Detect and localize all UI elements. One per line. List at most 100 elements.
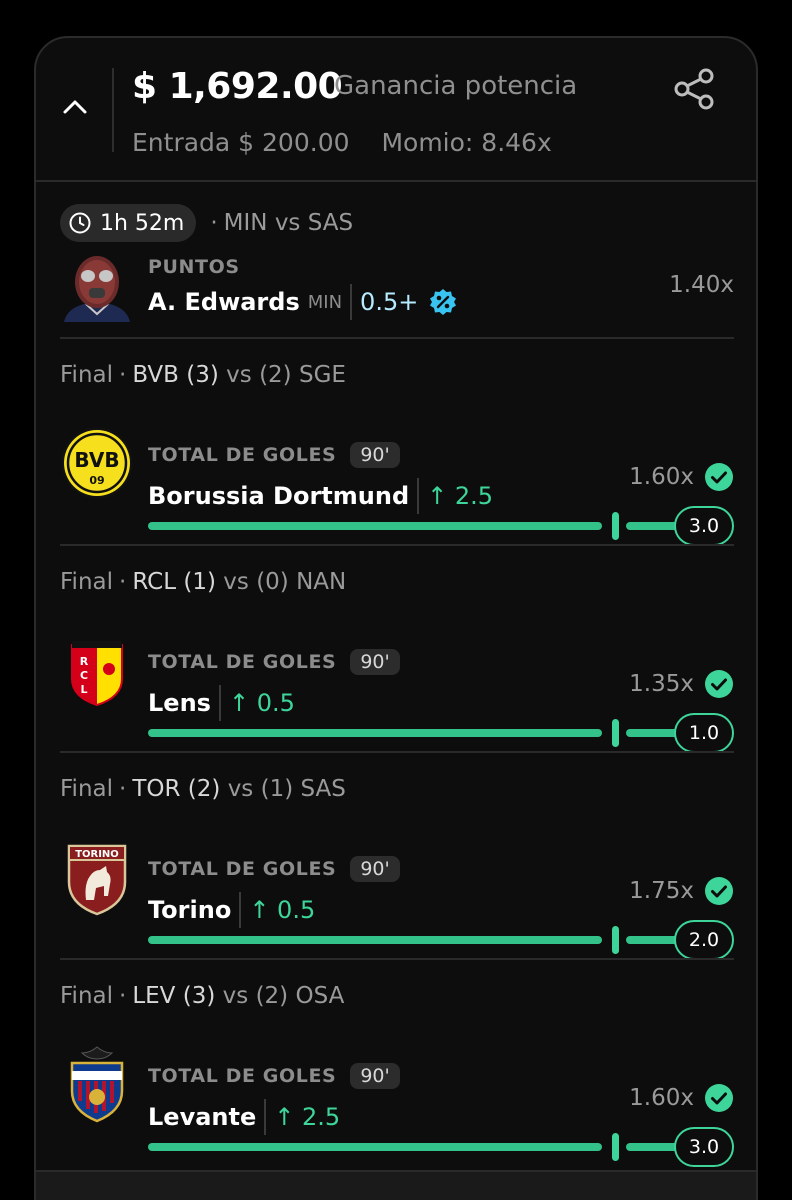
matchup: MIN vs SAS	[223, 210, 354, 236]
entry-amount: Entrada $ 200.00	[132, 128, 350, 157]
market-label: TOTAL DE GOLES	[148, 444, 337, 466]
progress-fill	[148, 1143, 602, 1151]
away-score: (2)	[255, 983, 289, 1009]
divider	[350, 284, 353, 320]
market-row: TOTAL DE GOLES 90'	[148, 1063, 400, 1089]
bet-details-footer	[36, 1170, 756, 1200]
odds-value: 1.35x	[629, 671, 694, 697]
home-team: RCL	[132, 569, 177, 595]
away-score: (2)	[259, 362, 292, 388]
leg-bvb-total-goals[interactable]: Final · BVB (3) vs (2) SGE BVB 09 TOTAL …	[60, 356, 734, 546]
odds-value: 1.40x	[669, 272, 734, 298]
period-badge: 90'	[350, 856, 400, 882]
progress-fill	[148, 936, 602, 944]
odds-value: 1.60x	[629, 464, 694, 490]
leg-edwards-points[interactable]: 1h 52m · MIN vs SAS PUNTOS A. Edwards MI…	[60, 196, 734, 336]
leg-divider	[60, 544, 734, 546]
svg-text:R: R	[80, 655, 89, 668]
odds-value: 1.75x	[629, 878, 694, 904]
torino-logo: TORINO	[67, 844, 127, 916]
chevron-up-icon[interactable]	[58, 90, 92, 124]
market-label: PUNTOS	[148, 256, 240, 278]
away-score: (0)	[256, 569, 289, 595]
vs-label: vs	[222, 983, 249, 1009]
total-odds: Momio: 8.46x	[381, 128, 552, 157]
game-time-pill: 1h 52m	[60, 204, 197, 242]
levante-logo	[70, 1046, 124, 1123]
player-headshot-avatar	[60, 252, 134, 322]
check-circle-icon	[705, 670, 733, 698]
rc-lens-logo: R C L	[71, 641, 123, 707]
period-badge: 90'	[350, 442, 400, 468]
away-team: SGE	[298, 362, 346, 388]
odds-value: 1.60x	[629, 1085, 694, 1111]
game-info: Final · LEV (3) vs (2) OSA	[60, 983, 344, 1009]
progress-track: 2.0	[148, 920, 734, 960]
progress-fill	[148, 729, 602, 737]
vs-label: vs	[226, 362, 252, 388]
svg-text:C: C	[80, 669, 88, 682]
selection-row: A. Edwards MIN 0.5+	[148, 284, 458, 320]
svg-text:TORINO: TORINO	[75, 849, 119, 860]
entry-odds-row: Entrada $ 200.00 Momio: 8.46x	[132, 128, 552, 157]
period-badge: 90'	[350, 1063, 400, 1089]
bet-summary-header: $ 1,692.00 Ganancia potencia Entrada $ 2…	[36, 38, 756, 182]
home-team: LEV	[132, 983, 176, 1009]
leg-levante-total-goals[interactable]: Final · LEV (3) vs (2) OSA TOTAL DE GOLE…	[60, 977, 734, 1167]
home-team: TOR	[132, 776, 181, 802]
potential-payout-label: Ganancia potencia	[334, 71, 578, 101]
leg-odds: 1.60x	[629, 1083, 734, 1113]
home-score: (1)	[183, 569, 216, 595]
period-badge: 90'	[350, 649, 400, 675]
separator-dot: ·	[119, 983, 127, 1009]
home-score: (3)	[186, 362, 219, 388]
separator-dot: ·	[210, 210, 218, 236]
bvb-logo: BVB 09	[61, 427, 133, 499]
line-marker	[612, 1133, 619, 1161]
selection-line: 0.5+	[360, 288, 419, 316]
team-abbreviation: MIN	[307, 291, 343, 313]
away-team: OSA	[295, 983, 345, 1009]
result-value: 2.0	[674, 920, 734, 960]
discount-badge-icon	[430, 289, 457, 315]
bet-slip-card: $ 1,692.00 Ganancia potencia Entrada $ 2…	[34, 36, 758, 1200]
home-team: BVB	[132, 362, 179, 388]
line-marker	[612, 512, 619, 540]
line-marker	[612, 926, 619, 954]
progress-track: 3.0	[148, 1127, 734, 1167]
game-countdown: 1h 52m	[100, 210, 185, 236]
leg-odds: 1.75x	[629, 876, 734, 906]
potential-payout: $ 1,692.00	[132, 66, 343, 107]
market-row: TOTAL DE GOLES 90'	[148, 856, 400, 882]
game-info: 1h 52m · MIN vs SAS	[60, 204, 353, 242]
market-label: TOTAL DE GOLES	[148, 1065, 337, 1087]
vs-label: vs	[223, 569, 249, 595]
game-status: Final	[60, 362, 114, 388]
game-info: Final · BVB (3) vs (2) SGE	[60, 362, 346, 388]
leg-torino-total-goals[interactable]: Final · TOR (2) vs (1) SAS TORINO TOTAL …	[60, 770, 734, 960]
away-team: NAN	[296, 569, 347, 595]
away-team: SAS	[300, 776, 346, 802]
home-score: (3)	[182, 983, 216, 1009]
share-icon[interactable]	[670, 65, 718, 113]
leg-odds: 1.40x	[669, 272, 734, 298]
progress-track: 1.0	[148, 713, 734, 753]
leg-odds: 1.35x	[629, 669, 734, 699]
leg-lens-total-goals[interactable]: Final · RCL (1) vs (0) NAN R C L TOTAL D…	[60, 563, 734, 753]
home-score: (2)	[187, 776, 221, 802]
game-info: Final · RCL (1) vs (0) NAN	[60, 569, 346, 595]
header-divider	[112, 68, 114, 152]
away-score: (1)	[260, 776, 294, 802]
check-circle-icon	[705, 463, 733, 491]
vs-label: vs	[227, 776, 254, 802]
result-value: 3.0	[674, 1127, 734, 1167]
check-circle-icon	[705, 1084, 733, 1112]
svg-text:09: 09	[89, 474, 104, 487]
line-marker	[612, 719, 619, 747]
result-value: 3.0	[674, 506, 734, 546]
game-info: Final · TOR (2) vs (1) SAS	[60, 776, 346, 802]
progress-track: 3.0	[148, 506, 734, 546]
separator-dot: ·	[119, 776, 127, 802]
check-circle-icon	[705, 877, 733, 905]
game-status: Final	[60, 983, 114, 1009]
